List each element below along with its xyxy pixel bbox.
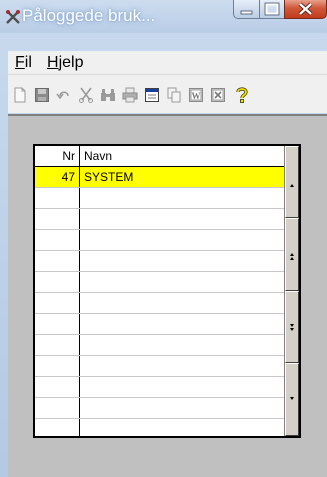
- cut-icon[interactable]: [78, 87, 94, 103]
- column-header-navn[interactable]: Navn: [81, 146, 286, 166]
- copy-icon[interactable]: [166, 87, 182, 103]
- down-icon: [290, 397, 294, 400]
- close-icon: [298, 2, 313, 16]
- calendar-icon[interactable]: [144, 87, 160, 103]
- table-row-empty[interactable]: [35, 314, 286, 335]
- cell-nr: [35, 188, 80, 208]
- grid-header: Nr Navn: [35, 146, 286, 167]
- help-icon[interactable]: [234, 87, 250, 103]
- cell-nr: [35, 419, 80, 436]
- cell-nr: [35, 251, 80, 271]
- table-row[interactable]: 47 SYSTEM: [35, 167, 286, 188]
- window-title: Påloggede bruk...: [22, 6, 156, 25]
- vertical-scrollbar[interactable]: [284, 146, 299, 436]
- svg-text:W: W: [192, 91, 201, 101]
- cell-nr: [35, 356, 80, 376]
- menu-fil-label: il: [24, 54, 32, 71]
- column-header-nr[interactable]: Nr: [35, 146, 80, 166]
- scroll-page-up-button[interactable]: [285, 218, 299, 291]
- close-button[interactable]: [284, 0, 327, 19]
- maximize-button[interactable]: [259, 0, 285, 19]
- cell-nr: [35, 398, 80, 418]
- new-document-icon[interactable]: [12, 87, 28, 103]
- table-row-empty[interactable]: [35, 419, 286, 436]
- menu-hjelp-label: jelp: [58, 54, 84, 71]
- scroll-up-button[interactable]: [285, 146, 299, 218]
- undo-icon[interactable]: [56, 87, 72, 103]
- cell-nr: [35, 377, 80, 397]
- table-row-empty[interactable]: [35, 188, 286, 209]
- excel-export-icon[interactable]: [210, 87, 226, 103]
- menu-hjelp[interactable]: Hjelp: [47, 54, 83, 72]
- toolbar: W: [8, 75, 327, 113]
- grid-body: Nr Navn 47 SYSTEM: [35, 146, 286, 436]
- word-export-icon[interactable]: W: [188, 87, 204, 103]
- table-row-empty[interactable]: [35, 230, 286, 251]
- cell-navn: SYSTEM: [84, 170, 134, 184]
- page-up-icon: [290, 253, 294, 260]
- table-row-empty[interactable]: [35, 293, 286, 314]
- table-row-empty[interactable]: [35, 335, 286, 356]
- table-row-empty[interactable]: [35, 377, 286, 398]
- cell-nr: 47: [35, 167, 80, 187]
- menu-fil-mnemonic: F: [15, 54, 25, 71]
- cell-nr: [35, 272, 80, 292]
- application-window: Påloggede bruk... Fil Hjelp W Nr Navn 47…: [0, 0, 327, 477]
- cell-nr: [35, 230, 80, 250]
- print-icon[interactable]: [122, 87, 138, 103]
- cell-nr: [35, 293, 80, 313]
- table-row-empty[interactable]: [35, 209, 286, 230]
- up-icon: [290, 184, 294, 187]
- users-grid[interactable]: Nr Navn 47 SYSTEM: [33, 144, 301, 438]
- page-down-icon: [290, 324, 294, 331]
- table-row-empty[interactable]: [35, 251, 286, 272]
- cell-nr: [35, 314, 80, 334]
- table-row-empty[interactable]: [35, 272, 286, 293]
- scroll-down-button[interactable]: [285, 363, 299, 436]
- scroll-page-down-button[interactable]: [285, 291, 299, 363]
- title-bar[interactable]: Påloggede bruk...: [0, 0, 327, 33]
- menu-fil[interactable]: Fil: [15, 54, 32, 72]
- menu-bar: Fil Hjelp: [8, 51, 327, 75]
- minimize-icon: [240, 10, 253, 15]
- table-row-empty[interactable]: [35, 356, 286, 377]
- cell-nr: [35, 335, 80, 355]
- maximize-icon: [264, 2, 280, 16]
- menu-hjelp-mnemonic: H: [47, 54, 59, 71]
- table-row-empty[interactable]: [35, 398, 286, 419]
- app-icon: [6, 10, 20, 24]
- find-icon[interactable]: [100, 87, 116, 103]
- save-icon[interactable]: [34, 87, 50, 103]
- minimize-button[interactable]: [233, 0, 260, 19]
- cell-nr: [35, 209, 80, 229]
